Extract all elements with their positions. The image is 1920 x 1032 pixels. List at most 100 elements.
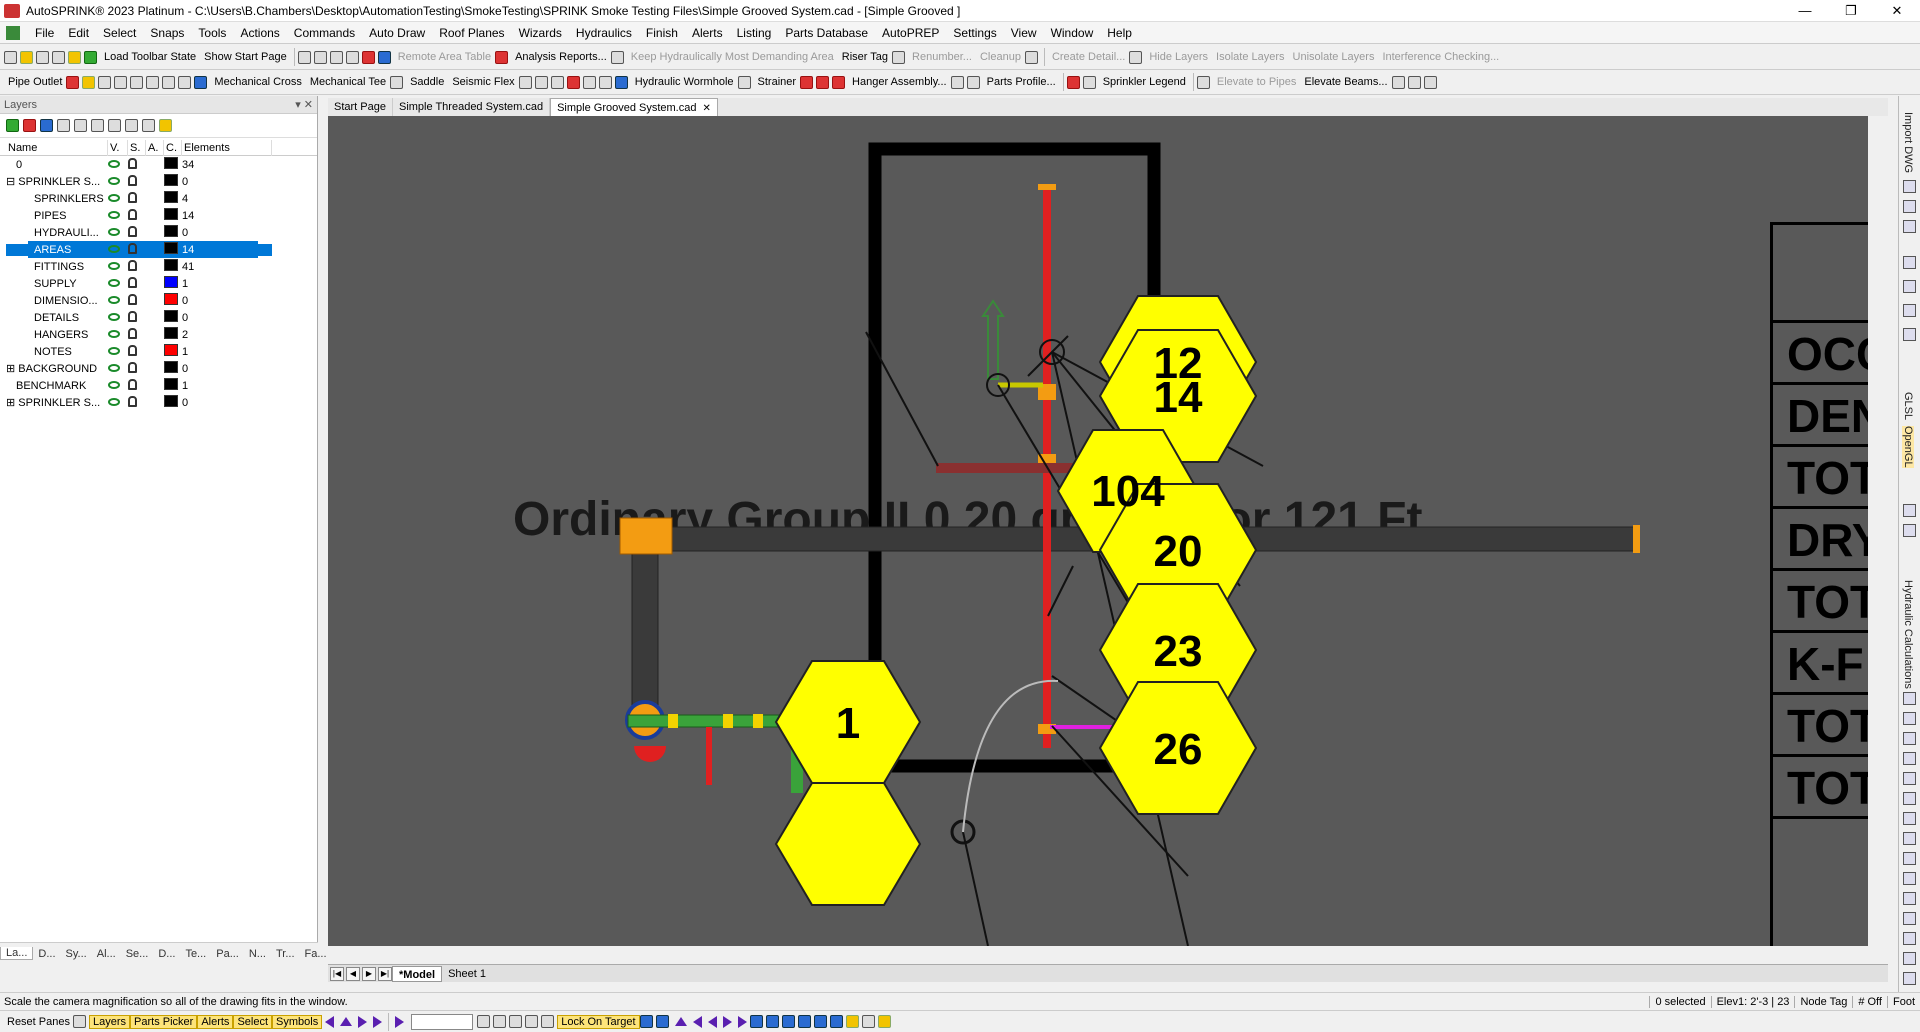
open-file-icon[interactable]	[20, 50, 33, 64]
layer-row[interactable]: DIMENSIO... 0	[0, 292, 317, 309]
layer-color-swatch[interactable]	[164, 378, 178, 390]
snap-tool-icon[interactable]	[477, 1015, 491, 1028]
snap-cell[interactable]	[128, 208, 146, 223]
layer-color-swatch[interactable]	[164, 344, 178, 356]
tab-hydraulic-calculations[interactable]: Hydraulic Calculations	[1902, 580, 1914, 689]
last-sheet-button[interactable]: ▶|	[378, 966, 392, 981]
hanger-assembly-button[interactable]: Hanger Assembly...	[848, 72, 951, 93]
snap-cell[interactable]	[128, 378, 146, 393]
snap-lock-icon[interactable]	[128, 310, 137, 322]
snap-lock-icon[interactable]	[128, 361, 137, 373]
layer-row[interactable]: DETAILS 0	[0, 309, 317, 326]
color-cell[interactable]	[164, 361, 182, 376]
layer-row[interactable]: HANGERS 2	[0, 326, 317, 343]
shaded-view-icon[interactable]	[877, 1015, 891, 1028]
strip-tool-icon[interactable]	[1903, 952, 1916, 965]
flag-tool-icon[interactable]	[361, 50, 375, 64]
elevate-to-pipes-button[interactable]: Elevate to Pipes	[1213, 72, 1301, 93]
remote-area-table-button[interactable]: Remote Area Table	[394, 47, 495, 68]
menu-help[interactable]: Help	[1100, 26, 1139, 40]
layer-color-swatch[interactable]	[164, 208, 178, 220]
show-start-page-button[interactable]: Show Start Page	[200, 47, 291, 68]
strip-tool-icon[interactable]	[1903, 256, 1916, 269]
snap-lock-icon[interactable]	[128, 293, 137, 305]
add-layer-icon[interactable]	[6, 119, 19, 132]
nudge-up-icon[interactable]	[340, 1017, 353, 1026]
visible-eye-icon[interactable]	[108, 244, 120, 253]
reset-panes-button[interactable]: Reset Panes	[4, 1016, 73, 1028]
layer-row[interactable]: 0 34	[0, 156, 317, 173]
sprinkler-legend-table[interactable]: OCC DEN TOT DRY TOT K-F TOT TOT	[1770, 222, 1868, 946]
visibility-cell[interactable]	[108, 312, 128, 324]
color-cell[interactable]	[164, 259, 182, 274]
keep-hydraulically-demanding-button[interactable]: Keep Hydraulically Most Demanding Area	[627, 47, 838, 68]
cross-fitting-icon[interactable]	[146, 75, 160, 89]
layer-row[interactable]: ⊞ BACKGROUND 0	[0, 360, 317, 377]
panel-pin-close[interactable]: ▾ ✕	[295, 98, 313, 111]
layer-row[interactable]: ⊞ SPRINKLER S... 0	[0, 394, 317, 411]
strip-tool-icon[interactable]	[1903, 692, 1916, 705]
tab-d1[interactable]: D...	[33, 948, 60, 960]
color-cell[interactable]	[164, 225, 182, 240]
tab-opengl[interactable]: OpenGL	[1902, 426, 1914, 468]
move-tool-icon[interactable]	[345, 50, 359, 64]
rod-icon[interactable]	[950, 75, 964, 89]
tab-n[interactable]: N...	[244, 948, 271, 960]
snap-cell[interactable]	[128, 191, 146, 206]
renumber-button[interactable]: Renumber...	[908, 47, 976, 68]
pipe-outlet-button[interactable]: Pipe Outlet	[4, 72, 66, 93]
layer-color-swatch[interactable]	[164, 225, 178, 237]
hide-layers-button[interactable]: Hide Layers	[1145, 47, 1212, 68]
view-up-icon[interactable]	[674, 1017, 687, 1026]
prev-sheet-button[interactable]: ◀	[346, 966, 360, 981]
load-toolbar-state-button[interactable]: Load Toolbar State	[100, 47, 200, 68]
layer-row[interactable]: NOTES 1	[0, 343, 317, 360]
layer-color-swatch[interactable]	[164, 174, 178, 186]
node-tag-status[interactable]: Node Tag	[1794, 995, 1852, 1008]
menu-alerts[interactable]: Alerts	[685, 26, 730, 40]
snap-cell[interactable]	[128, 361, 146, 376]
menu-select[interactable]: Select	[96, 26, 143, 40]
view-cube-icon[interactable]	[829, 1015, 843, 1028]
menu-tools[interactable]: Tools	[191, 26, 233, 40]
magic-wand-icon[interactable]	[377, 50, 391, 64]
grid-view-icon[interactable]	[845, 1015, 859, 1028]
app-menu-icon[interactable]	[6, 25, 20, 40]
menu-roof-planes[interactable]: Roof Planes	[432, 26, 511, 40]
visibility-cell[interactable]	[108, 397, 128, 409]
layer-color-swatch[interactable]	[164, 361, 178, 373]
nudge-right-icon[interactable]	[358, 1015, 368, 1028]
snap-lock-icon[interactable]	[128, 191, 137, 203]
layer-row[interactable]: AREAS 14	[0, 241, 317, 258]
strip-tool-icon[interactable]	[1903, 832, 1916, 845]
visibility-cell[interactable]	[108, 363, 128, 375]
visible-eye-icon[interactable]	[108, 346, 120, 355]
color-cell[interactable]	[164, 208, 182, 223]
color-cell[interactable]	[164, 395, 182, 410]
pipe-end-icon[interactable]	[178, 75, 192, 89]
parts-picker-toggle-button[interactable]: Parts Picker	[130, 1014, 198, 1029]
view-back-icon[interactable]	[707, 1015, 717, 1028]
color-cell[interactable]	[164, 310, 182, 325]
drawing-canvas[interactable]: Ordinary Group II 0.20 gpm/ft² for 121 F…	[328, 116, 1868, 946]
lock-on-target-button[interactable]: Lock On Target	[557, 1014, 640, 1029]
maximize-button[interactable]: ❐	[1828, 0, 1874, 22]
arrow-tool-icon[interactable]	[329, 50, 343, 64]
visibility-cell[interactable]	[108, 176, 128, 188]
units-status[interactable]: Foot	[1886, 995, 1920, 1008]
strip-tool-icon[interactable]	[1903, 892, 1916, 905]
bell-icon[interactable]	[566, 75, 580, 89]
star-burst-icon[interactable]	[82, 75, 96, 89]
symbols-toggle-button[interactable]: Symbols	[272, 1014, 323, 1029]
col-color[interactable]: C.	[164, 140, 182, 156]
view-left-icon[interactable]	[692, 1015, 702, 1028]
color-cell[interactable]	[164, 191, 182, 206]
mechanical-cross-button[interactable]: Mechanical Cross	[210, 72, 305, 93]
union-icon[interactable]	[534, 75, 548, 89]
snap-lock-icon[interactable]	[128, 157, 137, 169]
color-cell[interactable]	[164, 327, 182, 342]
col-elements[interactable]: Elements	[182, 140, 272, 156]
menu-listing[interactable]: Listing	[730, 26, 779, 40]
menu-actions[interactable]: Actions	[233, 26, 286, 40]
interference-checking-button[interactable]: Interference Checking...	[1378, 47, 1503, 68]
